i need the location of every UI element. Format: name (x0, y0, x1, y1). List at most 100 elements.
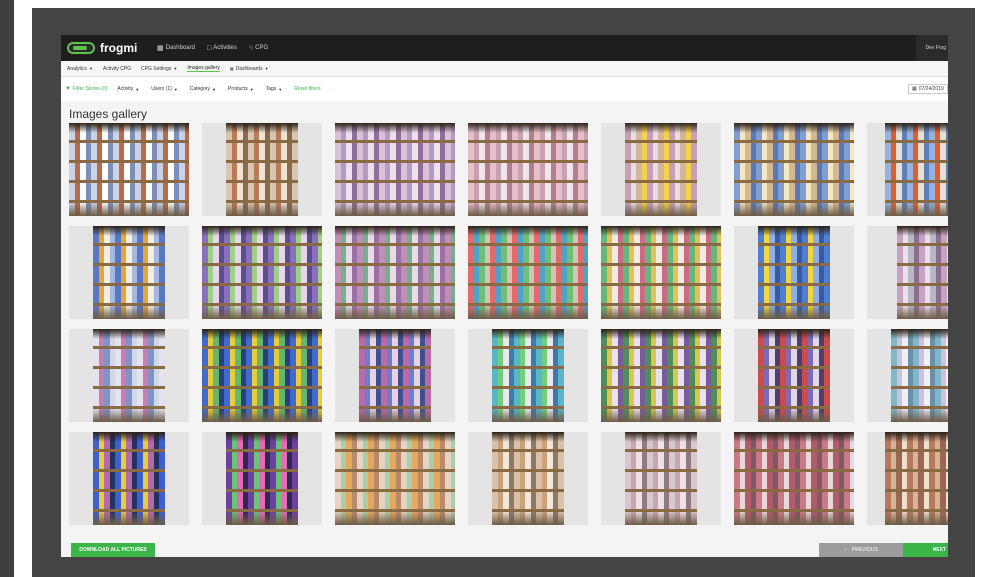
gallery-thumbnail[interactable] (867, 329, 948, 422)
filter-users-label: Users (1) (151, 86, 172, 92)
subnav-images-gallery-label: Images gallery (187, 65, 220, 71)
nav-cpg[interactable]: ☟ CPG (249, 44, 268, 52)
gallery-thumbnail[interactable] (335, 226, 455, 319)
gallery-thumbnail[interactable] (601, 329, 721, 422)
store-shelf-photo (601, 329, 721, 422)
subnav-dashboards[interactable]: ▦ Dashboards ▼ (230, 66, 269, 72)
gallery-thumbnail[interactable] (202, 432, 322, 525)
reset-filters-link[interactable]: Reset filters (294, 86, 320, 92)
store-shelf-photo (69, 123, 189, 216)
caret-down-icon: ▼ (249, 86, 254, 92)
gallery-thumbnail[interactable] (468, 123, 588, 216)
store-shelf-photo (492, 432, 564, 525)
store-shelf-photo (93, 329, 165, 422)
store-shelf-photo (468, 226, 588, 319)
store-shelf-photo (93, 226, 165, 319)
brand[interactable]: frogmi (67, 41, 145, 55)
gallery-thumbnail[interactable] (734, 123, 854, 216)
store-shelf-photo (335, 123, 455, 216)
subnav-dashboards-label: Dashboards (235, 65, 263, 72)
filter-category[interactable]: Category ▼ (190, 86, 216, 92)
next-page-button[interactable]: NEXT (903, 543, 948, 557)
frog-logo-icon (67, 42, 95, 54)
filters-bar: ▼ Filter Stores (0) Activity ▼ Users (1) ▼… (61, 77, 948, 101)
caret-down-icon: ▼ (264, 66, 269, 71)
store-shelf-photo (93, 432, 165, 525)
subnav-analytics[interactable]: Analytics ▼ (67, 66, 93, 72)
left-border-strip (0, 0, 14, 577)
cart-icon: ☟ (248, 45, 254, 52)
gallery-thumbnail[interactable] (867, 123, 948, 216)
gallery-thumbnail[interactable] (69, 432, 189, 525)
gallery-thumbnail[interactable] (202, 123, 322, 216)
nav-cpg-label: CPG (255, 45, 269, 51)
gallery-thumbnail[interactable] (468, 226, 588, 319)
gallery-thumbnail[interactable] (335, 329, 455, 422)
gallery-thumbnail[interactable] (734, 226, 854, 319)
calendar-icon: □ (206, 44, 212, 52)
date-range-picker[interactable]: ▦ 07/24/2019 (908, 84, 948, 94)
gallery-thumbnail[interactable] (468, 329, 588, 422)
gallery-thumbnail[interactable] (867, 226, 948, 319)
nav-activities[interactable]: □ Activities (207, 45, 237, 52)
grid-icon: ▦ (157, 45, 164, 52)
user-menu[interactable]: Dev Frog (916, 35, 948, 61)
filter-stores-label: Filter Stores (0) (72, 86, 108, 92)
previous-label: PREVIOUS (851, 547, 878, 553)
previous-page-button[interactable]: ‹ PREVIOUS (819, 543, 903, 557)
brand-name: frogmi (100, 41, 138, 55)
gallery-thumbnail[interactable] (335, 432, 455, 525)
download-all-pictures-button[interactable]: DOWNLOAD ALL PICTURES (71, 543, 155, 557)
store-shelf-photo (625, 123, 697, 216)
subnav-activity-cpg[interactable]: Activity CPG (103, 66, 131, 72)
filter-category-label: Category (189, 86, 211, 92)
subnav-cpg-settings[interactable]: CPG Settings ▼ (141, 66, 177, 72)
store-shelf-photo (226, 432, 298, 525)
gallery-thumbnail[interactable] (601, 226, 721, 319)
store-shelf-photo (625, 432, 697, 525)
filter-tags[interactable]: Tags ▼ (266, 86, 283, 92)
filter-users[interactable]: Users (1) ▼ (151, 86, 178, 92)
store-shelf-photo (601, 226, 721, 319)
filter-products-label: Products (228, 86, 248, 92)
store-shelf-photo (897, 226, 948, 319)
gallery-thumbnail[interactable] (601, 432, 721, 525)
subnav-cpg-settings-label: CPG Settings (141, 65, 172, 72)
gallery-thumbnail[interactable] (734, 329, 854, 422)
filter-stores-toggle[interactable]: ▼ Filter Stores (0) (65, 86, 107, 92)
nav-activities-label: Activities (213, 45, 237, 51)
subnav-activity-cpg-label: Activity CPG (102, 65, 132, 72)
store-shelf-photo (734, 123, 854, 216)
gallery-thumbnail[interactable] (734, 432, 854, 525)
top-navbar: frogmi ▦ Dashboard □ Activities ☟ CPG De… (61, 35, 948, 61)
calendar-icon: ▦ (912, 86, 917, 92)
caret-down-icon: ▼ (212, 86, 217, 92)
gallery-thumbnail[interactable] (867, 432, 948, 525)
date-range-value: 07/24/2019 (918, 86, 944, 92)
gallery-thumbnail[interactable] (202, 329, 322, 422)
gallery-thumbnail[interactable] (69, 123, 189, 216)
store-shelf-photo (202, 329, 322, 422)
subnav-images-gallery[interactable]: Images gallery (187, 65, 220, 72)
store-shelf-photo (335, 432, 455, 525)
filter-activity[interactable]: Activity ▼ (117, 86, 139, 92)
gallery-thumbnail[interactable] (335, 123, 455, 216)
filter-icon: ▼ (65, 86, 71, 92)
store-shelf-photo (758, 226, 830, 319)
caret-down-icon: ▼ (173, 66, 178, 71)
store-shelf-photo (758, 329, 830, 422)
gallery-thumbnail[interactable] (69, 226, 189, 319)
filter-activity-label: Activity (117, 86, 134, 92)
store-shelf-photo (335, 226, 455, 319)
store-shelf-photo (226, 123, 298, 216)
gallery-thumbnail[interactable] (468, 432, 588, 525)
filter-products[interactable]: Products ▼ (228, 86, 254, 92)
caret-down-icon: ▼ (278, 86, 283, 92)
store-shelf-photo (202, 226, 322, 319)
gallery-thumbnail[interactable] (601, 123, 721, 216)
gallery-thumbnail[interactable] (69, 329, 189, 422)
caret-down-icon: ▼ (89, 66, 93, 71)
nav-dashboard[interactable]: ▦ Dashboard (157, 44, 195, 52)
gallery-thumbnail[interactable] (202, 226, 322, 319)
store-shelf-photo (734, 432, 854, 525)
